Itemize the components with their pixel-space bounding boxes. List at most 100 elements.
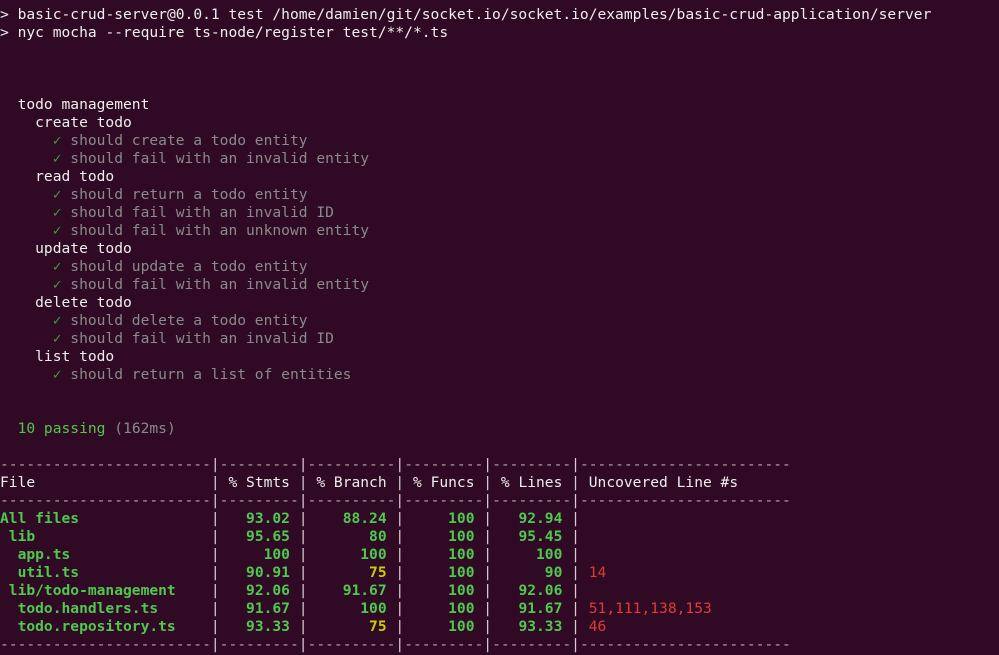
coverage-uncovered-lines: 51,111,138,153 [579,600,712,617]
table-column-divider: | [210,546,220,563]
table-column-divider: | [483,618,493,635]
table-column-divider: | [298,600,308,617]
coverage-cell-branch: 100 [307,546,396,563]
coverage-cell-lines: 90 [492,564,572,581]
table-rule-segment: --------- [492,456,572,473]
column-header-funcs: % Funcs [404,474,484,491]
test-pass-check-icon: ✓ [52,132,62,149]
suite-header: delete todo [0,294,999,312]
test-case-label: should delete a todo entity [61,312,308,329]
test-case-row: ✓ should update a todo entity [0,258,999,276]
terminal-window: > basic-crud-server@0.0.1 test /home/dam… [0,0,999,655]
coverage-table: ------------------------|---------|-----… [0,456,999,654]
coverage-row: todo.handlers.ts | 91.67 | 100 | 100 | 9… [0,600,999,618]
coverage-file-name: app.ts [0,546,211,563]
column-header-lines: % Lines [492,474,572,491]
table-column-divider: | [210,474,220,491]
coverage-cell-lines: 91.67 [492,600,572,617]
coverage-file-name: lib/todo-management [0,582,211,599]
coverage-uncovered-lines: 46 [579,618,607,635]
table-column-divider: | [210,618,220,635]
table-column-divider: | [571,546,580,563]
coverage-cell-branch: 91.67 [307,582,396,599]
table-column-divider: | [210,636,220,653]
coverage-cell-stmts: 92.06 [219,582,299,599]
test-pass-check-icon: ✓ [52,312,62,329]
coverage-cell-funcs: 100 [404,582,484,599]
table-rule-segment: --------- [219,636,299,653]
test-case-row: ✓ should fail with an invalid ID [0,204,999,222]
column-header-uncovered-line-s: Uncovered Line #s [579,474,739,491]
coverage-file-name: todo.repository.ts [0,618,211,635]
table-column-divider: | [395,474,405,491]
test-pass-check-icon: ✓ [52,276,62,293]
table-column-divider: | [571,528,580,545]
coverage-cell-branch: 75 [307,618,396,635]
table-column-divider: | [395,492,405,509]
test-pass-check-icon: ✓ [52,366,62,383]
coverage-row: app.ts | 100 | 100 | 100 | 100 | [0,546,999,564]
table-column-divider: | [210,510,220,527]
table-column-divider: | [298,456,308,473]
table-column-divider: | [571,600,580,617]
table-column-divider: | [298,492,308,509]
coverage-cell-lines: 92.94 [492,510,572,527]
coverage-file-name: todo.handlers.ts [0,600,211,617]
coverage-cell-stmts: 93.33 [219,618,299,635]
coverage-cell-branch: 88.24 [307,510,396,527]
test-pass-check-icon: ✓ [52,150,62,167]
table-column-divider: | [571,564,580,581]
npm-command-line: > nyc mocha --require ts-node/register t… [0,24,999,42]
table-column-divider: | [298,618,308,635]
test-case-label: should create a todo entity [61,132,308,149]
table-rule-segment: --------- [219,456,299,473]
table-column-divider: | [395,510,405,527]
coverage-row: util.ts | 90.91 | 75 | 100 | 90 | 14 [0,564,999,582]
table-column-divider: | [298,474,308,491]
table-column-divider: | [210,600,220,617]
coverage-header-row: File | % Stmts | % Branch | % Funcs | % … [0,474,999,492]
table-rule-segment: --------- [219,492,299,509]
coverage-rule-top: ------------------------|---------|-----… [0,456,999,474]
table-column-divider: | [483,492,493,509]
test-case-label: should return a todo entity [61,186,308,203]
table-column-divider: | [210,528,220,545]
table-rule-segment: ------------------------ [0,636,211,653]
suite-title: list todo [0,348,115,365]
column-header-stmts: % Stmts [219,474,299,491]
coverage-cell-funcs: 100 [404,510,484,527]
package-line-text [9,6,18,23]
test-duration: (162ms) [114,420,176,437]
table-column-divider: | [395,564,405,581]
coverage-file-name: All files [0,510,211,527]
table-column-divider: | [483,474,493,491]
test-pass-check-icon: ✓ [52,222,62,239]
table-column-divider: | [210,582,220,599]
table-rule-segment: --------- [404,492,484,509]
table-rule-segment: --------- [404,456,484,473]
table-column-divider: | [483,564,493,581]
test-case-label: should return a list of entities [61,366,352,383]
table-rule-segment: --------- [492,636,572,653]
table-rule-segment: ------------------------ [579,636,791,653]
table-rule-segment: --------- [492,492,572,509]
column-header-branch: % Branch [307,474,396,491]
coverage-rule-bottom: ------------------------|---------|-----… [0,636,999,654]
table-column-divider: | [571,618,580,635]
coverage-cell-funcs: 100 [404,546,484,563]
table-rule-segment: ------------------------ [579,492,791,509]
coverage-row: All files | 93.02 | 88.24 | 100 | 92.94 … [0,510,999,528]
coverage-cell-lines: 100 [492,546,572,563]
coverage-cell-lines: 93.33 [492,618,572,635]
table-rule-segment: ---------- [307,456,396,473]
passing-count: 10 passing [17,420,106,437]
suite-title-root: todo management [0,96,150,113]
table-column-divider: | [395,636,405,653]
table-rule-segment: ---------- [307,636,396,653]
coverage-uncovered-lines: 14 [579,564,607,581]
test-case-row: ✓ should return a todo entity [0,186,999,204]
coverage-row: todo.repository.ts | 93.33 | 75 | 100 | … [0,618,999,636]
